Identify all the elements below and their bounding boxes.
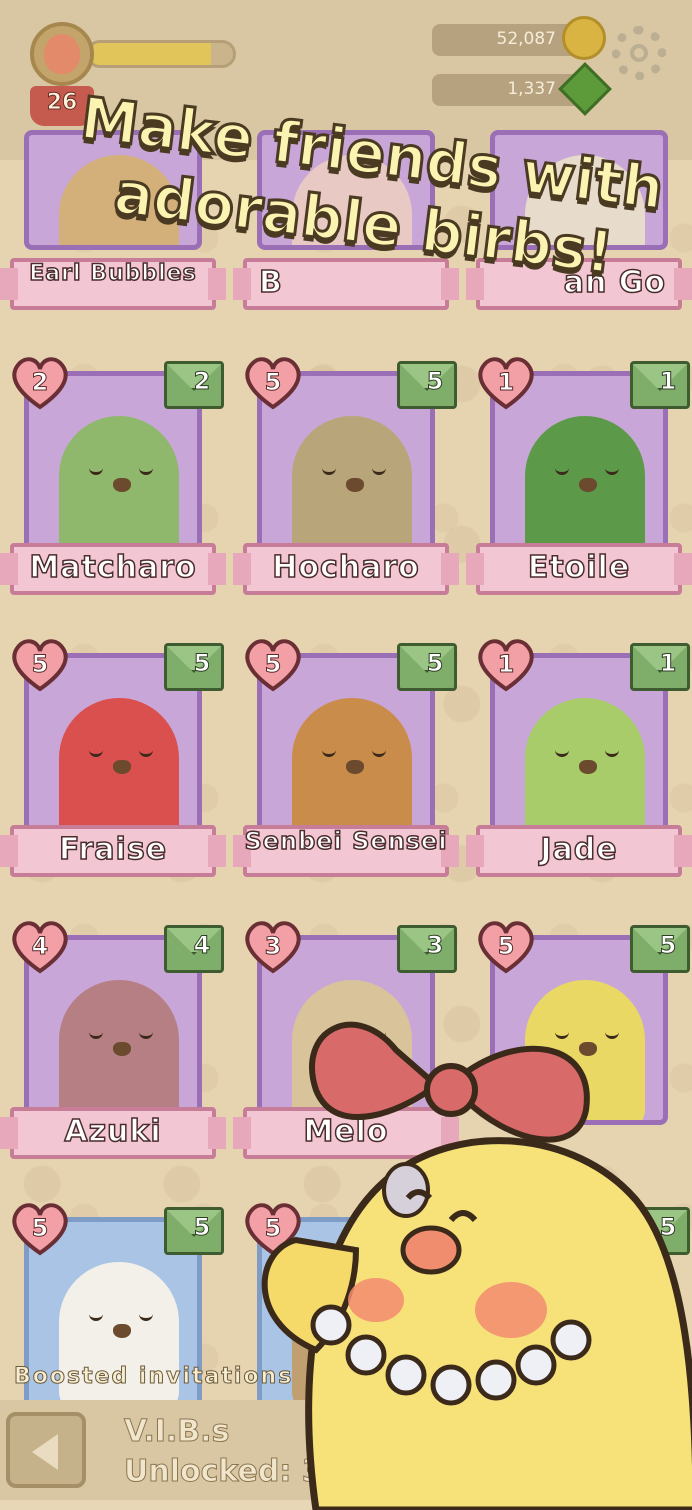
bird-eye	[139, 1030, 153, 1039]
bird-eye	[605, 748, 619, 757]
affection-level: 5	[264, 368, 282, 397]
back-arrow-icon	[32, 1434, 58, 1470]
letter-count: 1	[659, 649, 677, 678]
letter-count: 5	[426, 649, 444, 678]
letter-count: 2	[193, 367, 211, 396]
bird-illustration	[525, 416, 645, 556]
affection-level: 5	[31, 650, 49, 679]
bird-card[interactable]: 4 4 Azuki	[0, 919, 226, 1169]
bird-beak	[579, 478, 597, 492]
affection-level: 1	[497, 650, 515, 679]
bird-eye	[89, 1030, 103, 1039]
affection-level: 1	[497, 368, 515, 397]
bird-illustration	[292, 698, 412, 838]
avatar-bird-icon	[44, 34, 80, 74]
affection-level: 5	[31, 1214, 49, 1243]
bird-beak	[113, 1042, 131, 1056]
bird-eye	[372, 748, 386, 757]
mascot-bird-illustration	[261, 1021, 692, 1510]
card-name: Etoile	[527, 550, 631, 586]
bird-card[interactable]: 1 1 Etoile	[466, 355, 692, 605]
bird-eye	[322, 748, 336, 757]
bird-eye	[139, 466, 153, 475]
card-name: B	[258, 265, 283, 301]
bird-eye	[89, 466, 103, 475]
bird-beak	[113, 1324, 131, 1338]
card-name: Earl Bubbles	[29, 261, 197, 287]
xp-progress-fill	[89, 43, 212, 65]
bird-illustration	[59, 980, 179, 1120]
letter-count: 3	[426, 931, 444, 960]
card-name: Matcharo	[29, 550, 197, 586]
bird-beak	[346, 760, 364, 774]
boosted-invitations-label: Boosted invitations	[13, 1364, 294, 1390]
bird-card[interactable]: 1 1 Jade	[466, 637, 692, 887]
bird-card[interactable]: 5 5 Senbei Sensei	[233, 637, 459, 887]
letter-count: 4	[193, 931, 211, 960]
bird-eye	[89, 748, 103, 757]
card-name: Senbei Sensei	[244, 827, 448, 855]
bird-illustration	[292, 416, 412, 556]
letter-count: 1	[659, 367, 677, 396]
letter-count: 5	[193, 1213, 211, 1242]
letter-count: 5	[193, 649, 211, 678]
bird-beak	[579, 760, 597, 774]
bird-eye	[139, 748, 153, 757]
affection-level: 5	[264, 650, 282, 679]
letter-count: 5	[659, 931, 677, 960]
bird-eye	[139, 1312, 153, 1321]
back-button[interactable]	[6, 1412, 86, 1488]
bird-card[interactable]: 5 5 Hocharo	[233, 355, 459, 605]
bird-illustration	[59, 416, 179, 556]
card-name: Azuki	[64, 1114, 162, 1150]
bird-eye	[89, 1312, 103, 1321]
coin-icon	[562, 16, 606, 60]
bird-eye	[555, 466, 569, 475]
xp-progress-bar	[86, 40, 236, 68]
bird-beak	[346, 478, 364, 492]
bird-eye	[322, 466, 336, 475]
bird-eye	[372, 466, 386, 475]
affection-level: 5	[497, 932, 515, 961]
bird-illustration	[525, 698, 645, 838]
bird-eye	[555, 748, 569, 757]
card-name: Jade	[540, 832, 618, 868]
card-name: Fraise	[58, 832, 168, 868]
bird-eye	[605, 466, 619, 475]
affection-level: 2	[31, 368, 49, 397]
affection-level: 4	[31, 932, 49, 961]
affection-level: 3	[264, 932, 282, 961]
bird-card[interactable]: 2 2 Matcharo	[0, 355, 226, 605]
bird-illustration	[59, 698, 179, 838]
card-name: Hocharo	[271, 550, 420, 586]
bird-beak	[113, 760, 131, 774]
letter-count: 5	[426, 367, 444, 396]
bird-card[interactable]: 5 5 Fraise	[0, 637, 226, 887]
bird-beak	[113, 478, 131, 492]
